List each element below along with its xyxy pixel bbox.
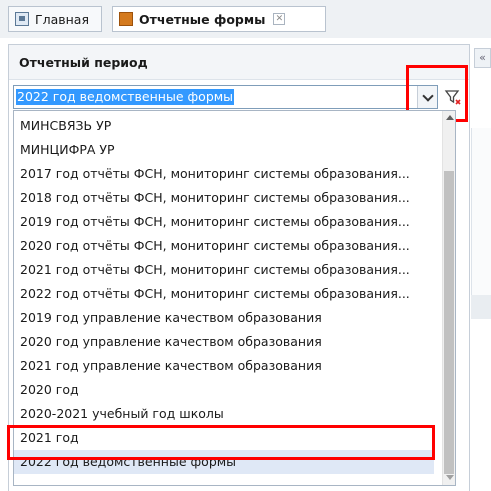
list-scrollbar[interactable] xyxy=(442,111,455,485)
period-combobox[interactable]: 2022 год ведомственные формы xyxy=(13,85,438,109)
tab-bar: Главная Отчетные формы ✕ xyxy=(0,0,491,38)
list-item[interactable]: МИНСВЯЗЬ УР xyxy=(14,114,434,138)
tab-report-forms-label: Отчетные формы xyxy=(139,11,266,27)
scroll-up-icon[interactable] xyxy=(446,115,454,120)
list-item[interactable]: 2020 год xyxy=(14,378,434,402)
tab-home-label: Главная xyxy=(35,11,89,27)
list-item[interactable]: 2021 год отчёты ФСН, мониторинг системы … xyxy=(14,258,434,282)
list-item[interactable]: 2018 год отчёты ФСН, мониторинг системы … xyxy=(14,186,434,210)
scroll-down-icon[interactable] xyxy=(446,475,454,480)
side-panel-strip xyxy=(471,295,491,319)
tab-home[interactable]: Главная xyxy=(8,6,102,32)
list-item[interactable]: 2019 год отчёты ФСН, мониторинг системы … xyxy=(14,210,434,234)
list-item[interactable]: 2022 год отчёты ФСН, мониторинг системы … xyxy=(14,282,434,306)
list-item[interactable]: 2020-2021 учебный год школы xyxy=(14,402,434,426)
panel-header: Отчетный период xyxy=(9,45,469,80)
home-icon xyxy=(15,12,29,26)
panel-title: Отчетный период xyxy=(19,55,148,70)
list-item[interactable]: 2019 год управление качеством образовани… xyxy=(14,306,434,330)
combo-value[interactable]: 2022 год ведомственные формы xyxy=(16,89,235,105)
list-item[interactable]: МИНЦИФРА УР xyxy=(14,138,434,162)
list-item[interactable]: 2017 год отчёты ФСН, мониторинг системы … xyxy=(14,162,434,186)
list-item[interactable]: 2020 год отчёты ФСН, мониторинг системы … xyxy=(14,234,434,258)
list-item[interactable]: 2020 год управление качеством образовани… xyxy=(14,330,434,354)
form-icon xyxy=(119,12,133,26)
highlight-selected-item xyxy=(7,425,435,460)
close-icon[interactable]: ✕ xyxy=(273,13,286,25)
scroll-thumb[interactable] xyxy=(444,171,454,474)
list-item[interactable]: 2021 год управление качеством образовани… xyxy=(14,354,434,378)
collapse-button[interactable]: « xyxy=(474,48,491,68)
side-panel xyxy=(471,128,491,306)
tab-report-forms[interactable]: Отчетные формы ✕ xyxy=(112,6,326,32)
